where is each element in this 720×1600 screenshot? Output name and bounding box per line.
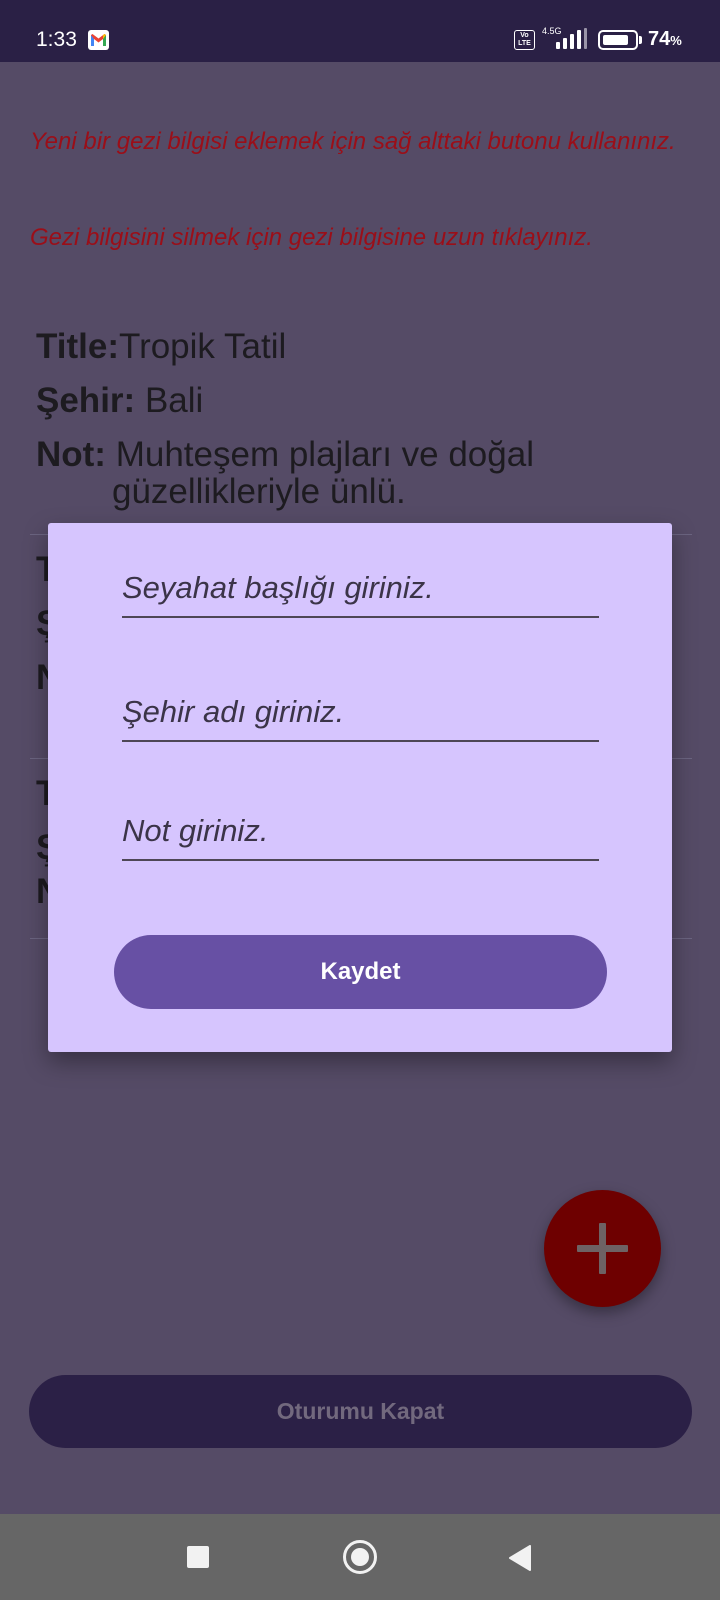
trip-title-value: Tropik Tatil (118, 327, 287, 366)
status-time: 1:33 (36, 28, 77, 51)
recents-icon[interactable] (187, 1546, 209, 1568)
trip-city-key: Şehir: (36, 381, 136, 420)
volte-icon: Vo LTE (514, 30, 535, 50)
trip-card[interactable]: Title:Tropik Tatil Şehir: Bali Not: Muht… (30, 327, 692, 517)
delete-hint-text: Gezi bilgisini silmek için gezi bilgisin… (30, 224, 593, 251)
add-trip-fab[interactable] (544, 1190, 661, 1307)
trip-note-line2-row: güzellikleriyle ünlü. (112, 472, 406, 512)
save-button[interactable]: Kaydet (114, 935, 607, 1009)
trip-title-input[interactable]: Seyahat başlığı giriniz. (122, 568, 599, 618)
note-placeholder: Not giriniz. (122, 813, 269, 848)
city-input[interactable]: Şehir adı giriniz. (122, 692, 599, 742)
trip-note-line2: güzellikleriyle ünlü. (112, 472, 406, 511)
back-icon[interactable] (508, 1545, 532, 1576)
trip-note-row: Not: Muhteşem plajları ve doğal (36, 435, 534, 475)
city-placeholder: Şehir adı giriniz. (122, 694, 345, 729)
trip-note-line1: Muhteşem plajları ve doğal (115, 435, 534, 474)
battery-icon (598, 30, 638, 50)
battery-tip (639, 36, 642, 44)
trip-title-placeholder: Seyahat başlığı giriniz. (122, 570, 434, 605)
status-bar: 1:33 Vo LTE 4.5G 74% (0, 0, 720, 62)
battery-percent: 74% (648, 28, 682, 50)
trip-title-row: Title:Tropik Tatil (36, 327, 286, 367)
add-trip-dialog: Seyahat başlığı giriniz. Şehir adı girin… (48, 523, 672, 1052)
trip-city-row: Şehir: Bali (36, 381, 203, 421)
trip-city-value: Bali (144, 381, 204, 420)
trip-note-key: Not: (36, 435, 106, 474)
logout-button[interactable]: Oturumu Kapat (29, 1375, 692, 1448)
signal-icon (556, 28, 588, 55)
home-icon[interactable] (343, 1540, 377, 1574)
add-hint-text: Yeni bir gezi bilgisi eklemek için sağ a… (30, 128, 676, 155)
note-input[interactable]: Not giriniz. (122, 811, 599, 861)
gmail-icon (88, 30, 109, 50)
navigation-bar (0, 1514, 720, 1600)
trip-title-key: Title: (36, 327, 119, 366)
